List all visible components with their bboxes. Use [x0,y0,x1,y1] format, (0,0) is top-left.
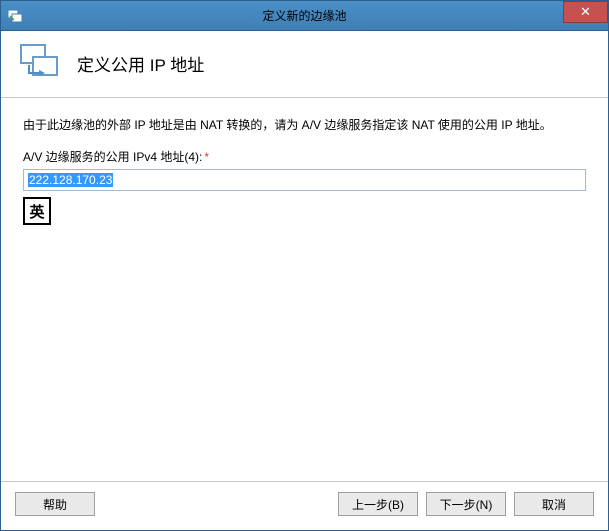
titlebar: 定义新的边缘池 ✕ [1,1,608,31]
help-button[interactable]: 帮助 [15,492,95,516]
cancel-button[interactable]: 取消 [514,492,594,516]
back-button[interactable]: 上一步(B) [338,492,418,516]
next-button[interactable]: 下一步(N) [426,492,506,516]
button-bar: 帮助 上一步(B) 下一步(N) 取消 [1,481,608,530]
ip-field-label-text: A/V 边缘服务的公用 IPv4 地址(4): [23,150,202,164]
wizard-page-title: 定义公用 IP 地址 [77,51,204,76]
wizard-header-icon [19,43,63,83]
wizard-header: 定义公用 IP 地址 [1,31,608,97]
ime-indicator-text: 英 [29,201,44,222]
wizard-content: 由于此边缘池的外部 IP 地址是由 NAT 转换的，请为 A/V 边缘服务指定该… [1,98,608,481]
close-button[interactable]: ✕ [563,1,608,23]
ip-address-input[interactable]: 222.128.170.23 [23,169,586,191]
wizard-window: 定义新的边缘池 ✕ 定义公用 IP 地址 由于此边缘池的外部 IP 地址是由 N… [0,0,609,531]
required-mark: * [204,150,209,164]
ime-indicator[interactable]: 英 [23,197,51,225]
ip-address-value: 222.128.170.23 [28,173,113,187]
description-text: 由于此边缘池的外部 IP 地址是由 NAT 转换的，请为 A/V 边缘服务指定该… [23,116,586,134]
titlebar-icon [7,8,23,24]
close-icon: ✕ [580,4,591,20]
ip-field-label: A/V 边缘服务的公用 IPv4 地址(4):* [23,148,586,165]
window-title: 定义新的边缘池 [262,7,346,24]
